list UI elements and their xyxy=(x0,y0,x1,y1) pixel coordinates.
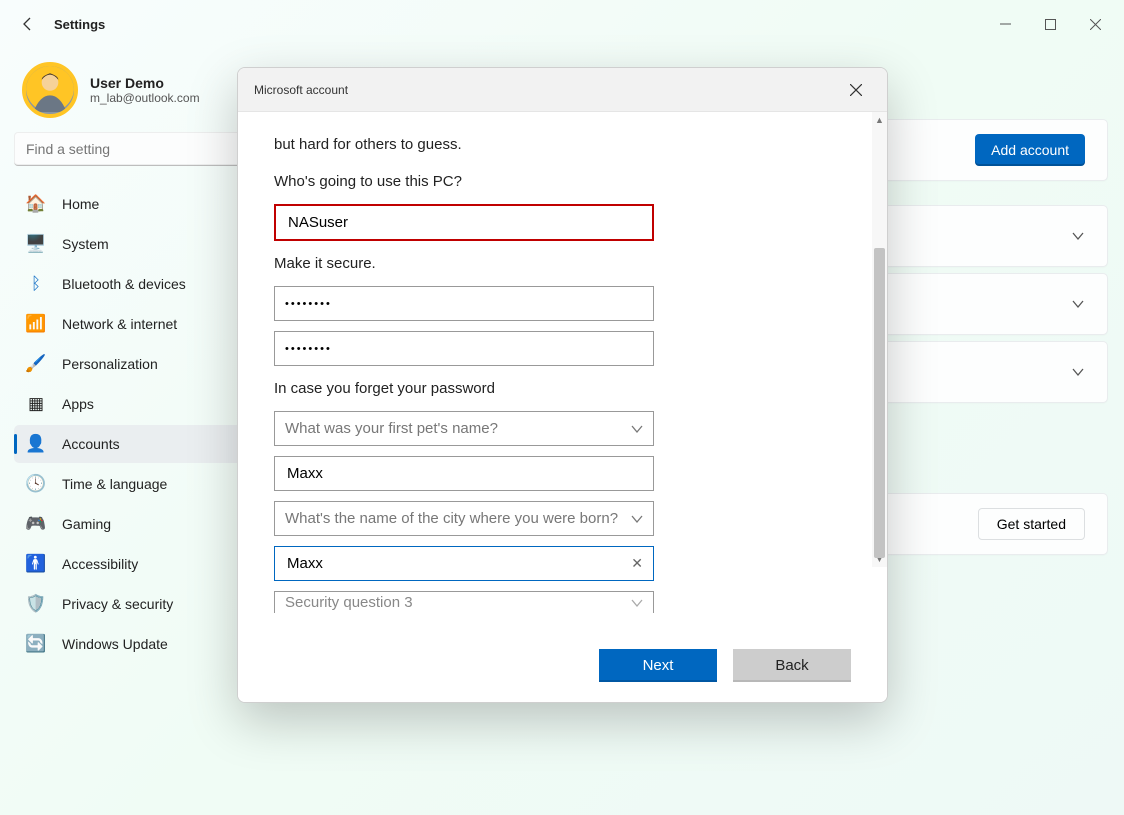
chevron-down-icon xyxy=(1071,297,1085,311)
scroll-up-arrow[interactable]: ▲ xyxy=(872,112,887,128)
maximize-button[interactable] xyxy=(1028,9,1073,39)
who-label: Who's going to use this PC? xyxy=(274,173,857,190)
chevron-down-icon xyxy=(1071,229,1085,243)
sidebar-item-label: Gaming xyxy=(62,516,111,532)
security-answer-2-field[interactable]: ✕ xyxy=(274,546,654,581)
security-answer-1-field[interactable] xyxy=(274,456,654,491)
sidebar-item-label: Accounts xyxy=(62,436,120,452)
confirm-password-field[interactable]: •••••••• xyxy=(274,331,654,366)
sidebar-item-label: System xyxy=(62,236,109,252)
intro-text-tail: but hard for others to guess. xyxy=(274,136,857,153)
sq2-text: What's the name of the city where you we… xyxy=(285,510,618,527)
accessibility-icon: 🚹 xyxy=(26,554,46,574)
clear-icon[interactable]: ✕ xyxy=(631,555,643,572)
chevron-down-icon xyxy=(631,423,643,435)
titlebar: Settings xyxy=(0,0,1124,48)
sidebar-item-label: Personalization xyxy=(62,356,158,372)
shield-icon: 🛡️ xyxy=(26,594,46,614)
chevron-down-icon xyxy=(631,513,643,525)
username-field[interactable] xyxy=(274,204,654,241)
sq3-text: Security question 3 xyxy=(285,594,413,611)
wifi-icon: 📶 xyxy=(26,314,46,334)
dialog-titlebar: Microsoft account xyxy=(238,68,887,112)
app-title: Settings xyxy=(54,17,105,32)
confirm-mask: •••••••• xyxy=(285,343,332,355)
security-answer-2-input[interactable] xyxy=(285,554,621,573)
username-input[interactable] xyxy=(286,213,642,232)
home-icon: 🏠 xyxy=(26,194,46,214)
microsoft-account-dialog: Microsoft account but hard for others to… xyxy=(237,67,888,703)
security-question-1-select[interactable]: What was your first pet's name? xyxy=(274,411,654,446)
gamepad-icon: 🎮 xyxy=(26,514,46,534)
get-started-button[interactable]: Get started xyxy=(978,508,1085,540)
sidebar-item-label: Windows Update xyxy=(62,636,168,652)
security-question-2-select[interactable]: What's the name of the city where you we… xyxy=(274,501,654,536)
forgot-label: In case you forget your password xyxy=(274,380,857,397)
chevron-down-icon xyxy=(1071,365,1085,379)
add-account-button[interactable]: Add account xyxy=(975,134,1085,166)
sidebar-item-label: Apps xyxy=(62,396,94,412)
back-button[interactable] xyxy=(16,12,40,36)
bluetooth-icon: ᛒ xyxy=(26,274,46,294)
clock-icon: 🕓 xyxy=(26,474,46,494)
secure-label: Make it secure. xyxy=(274,255,857,272)
security-question-3-select[interactable]: Security question 3 xyxy=(274,591,654,613)
password-mask: •••••••• xyxy=(285,298,332,310)
sq1-text: What was your first pet's name? xyxy=(285,420,498,437)
scroll-track[interactable] xyxy=(872,128,887,551)
apps-icon: ▦ xyxy=(26,394,46,414)
person-icon: 👤 xyxy=(26,434,46,454)
password-field[interactable]: •••••••• xyxy=(274,286,654,321)
close-button[interactable] xyxy=(1073,9,1118,39)
sidebar-item-label: Time & language xyxy=(62,476,167,492)
sidebar-item-label: Privacy & security xyxy=(62,596,173,612)
dialog-close-button[interactable] xyxy=(841,75,871,105)
sidebar-item-label: Bluetooth & devices xyxy=(62,276,186,292)
minimize-button[interactable] xyxy=(983,9,1028,39)
window-controls xyxy=(983,9,1118,39)
sidebar-item-label: Network & internet xyxy=(62,316,177,332)
chevron-down-icon xyxy=(631,597,643,609)
back-button-dialog[interactable]: Back xyxy=(733,649,851,682)
profile-email: m_lab@outlook.com xyxy=(90,91,200,105)
brush-icon: 🖌️ xyxy=(26,354,46,374)
security-answer-1-input[interactable] xyxy=(285,464,643,483)
next-button[interactable]: Next xyxy=(599,649,717,682)
dialog-scrollbar[interactable]: ▲ ▼ xyxy=(872,112,887,567)
dialog-footer: Next Back xyxy=(238,637,887,702)
sidebar-item-label: Home xyxy=(62,196,99,212)
profile-name: User Demo xyxy=(90,75,200,91)
system-icon: 🖥️ xyxy=(26,234,46,254)
dialog-title: Microsoft account xyxy=(254,83,348,97)
avatar xyxy=(22,62,78,118)
scroll-thumb[interactable] xyxy=(874,248,885,558)
sidebar-item-label: Accessibility xyxy=(62,556,138,572)
update-icon: 🔄 xyxy=(26,634,46,654)
